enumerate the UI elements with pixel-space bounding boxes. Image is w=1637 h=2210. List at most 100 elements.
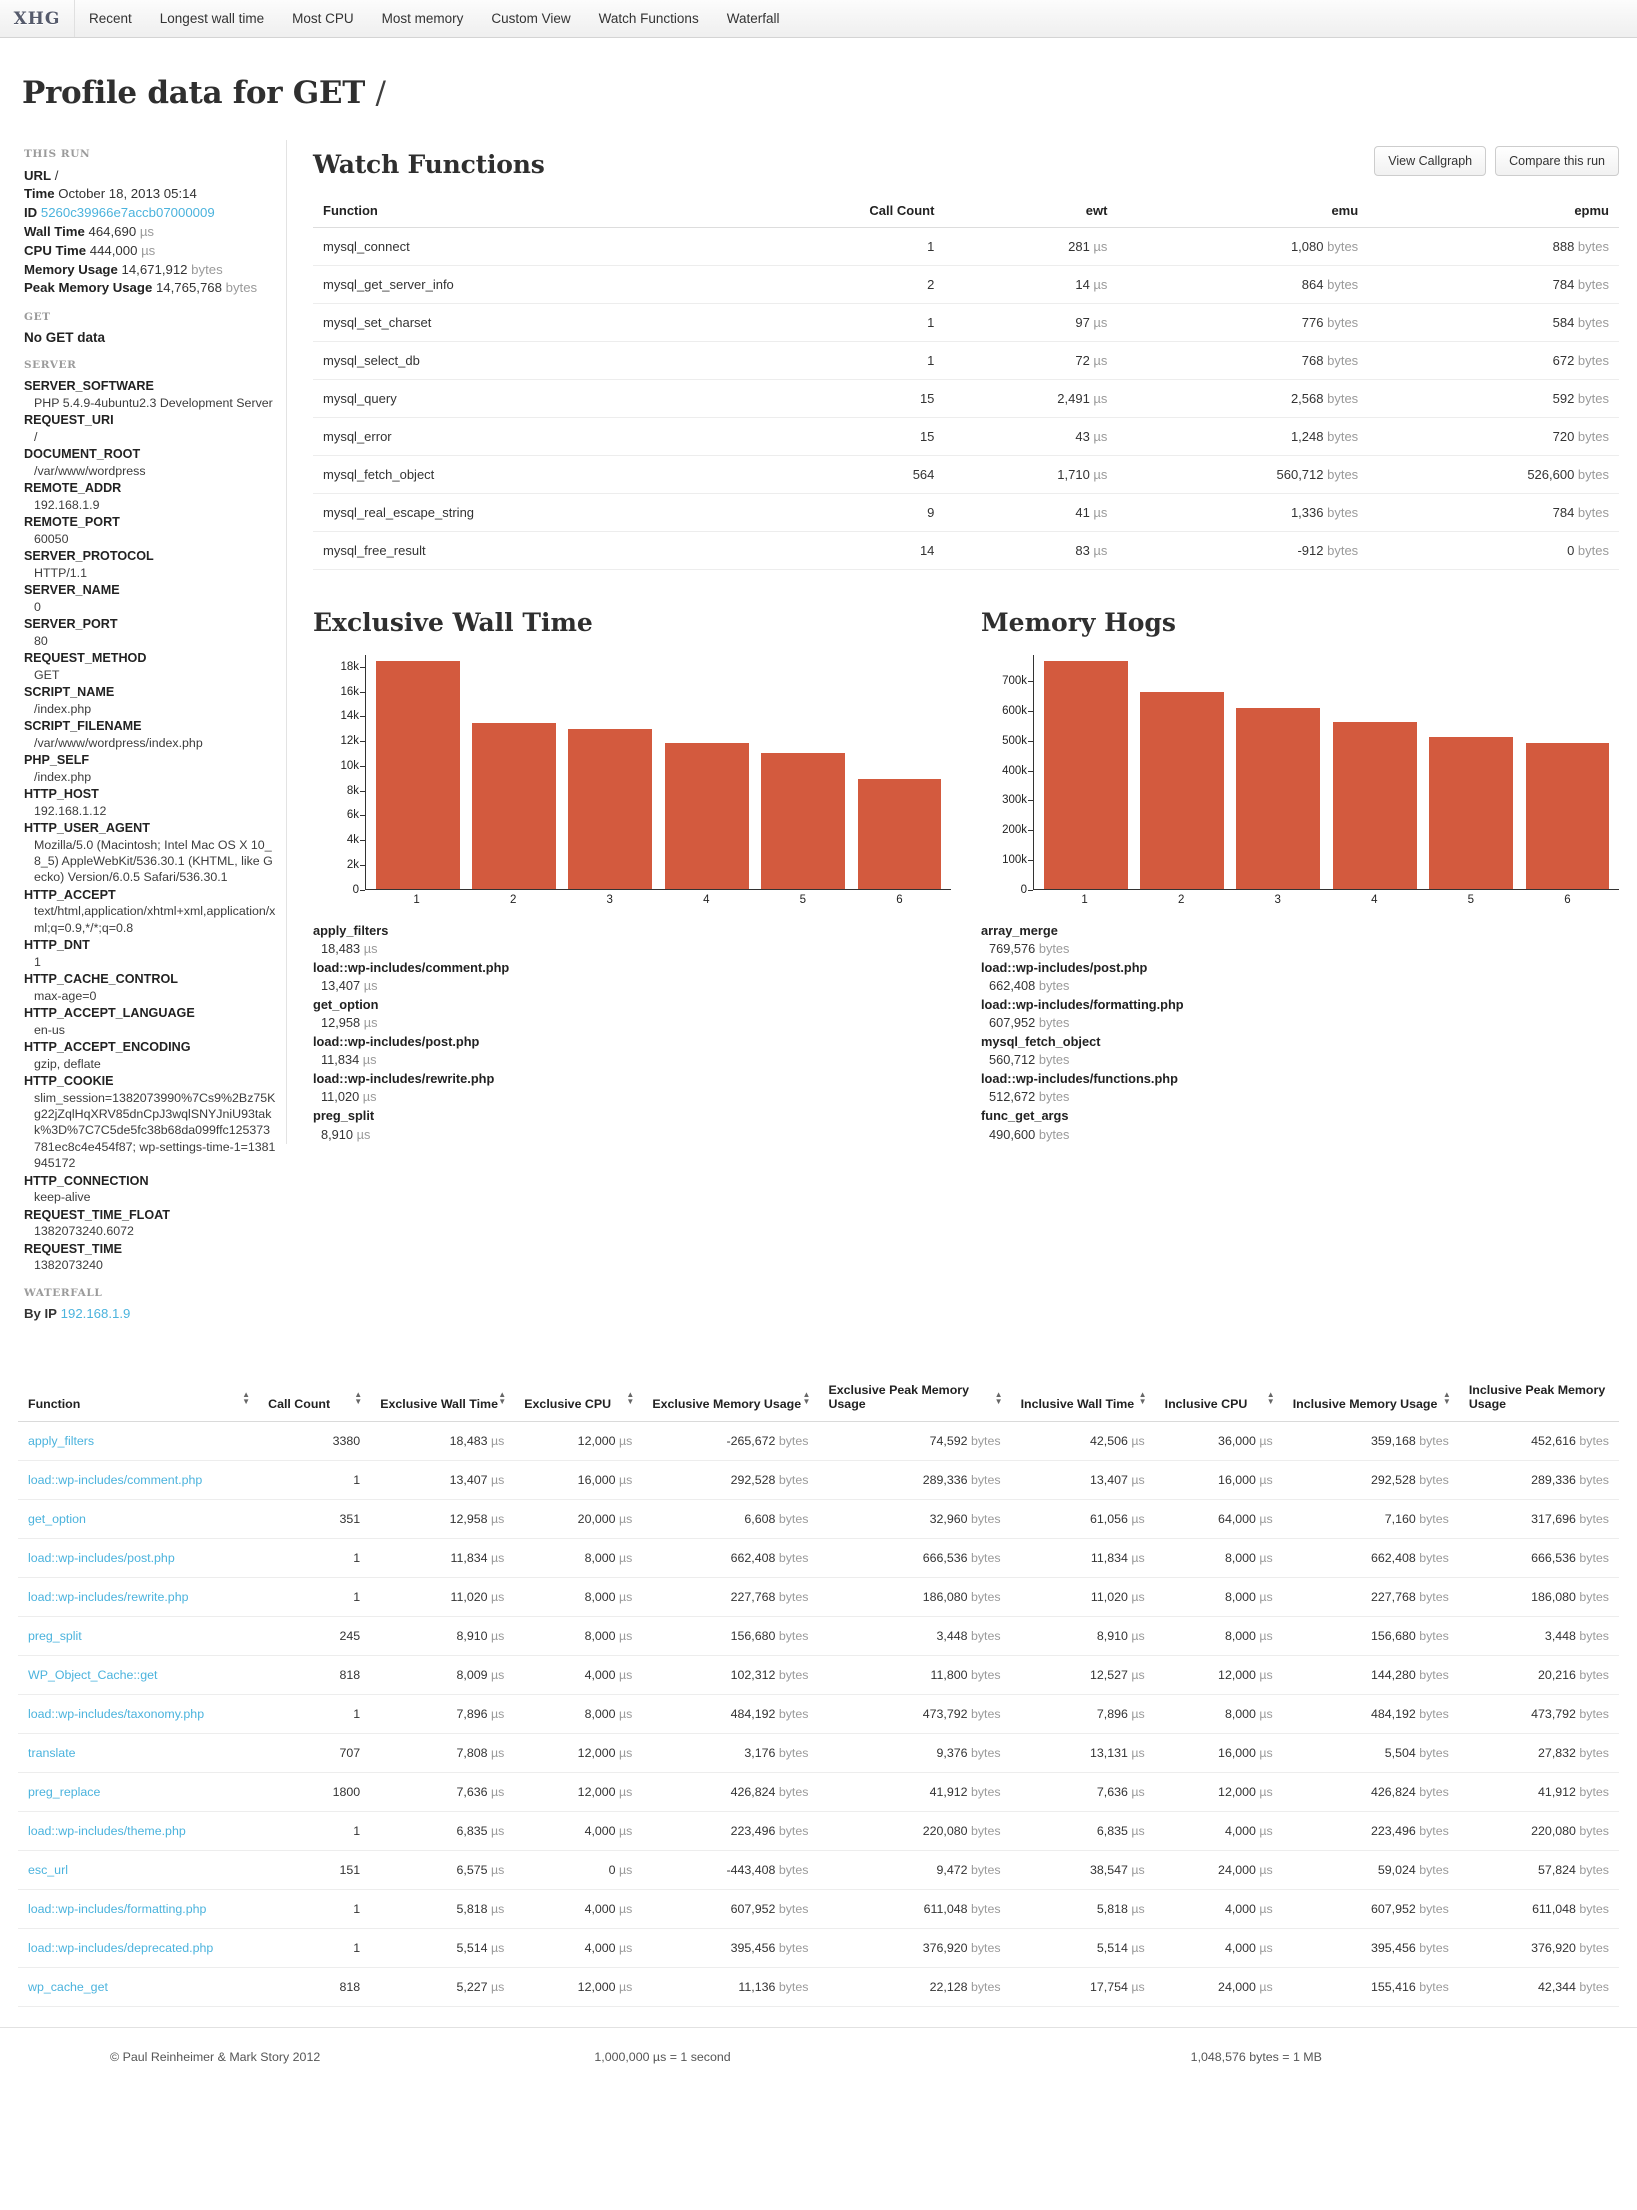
sort-arrows-icon[interactable]: ▲ ▼ xyxy=(1267,1391,1277,1406)
chart-bar[interactable] xyxy=(761,752,846,889)
unit-label: bytes xyxy=(1327,238,1359,254)
profile-col-exclusive-wall-time[interactable]: Exclusive Wall Time ▲ ▼ xyxy=(370,1375,515,1423)
table-row[interactable]: load::wp-includes/deprecated.php 1 5,514 µ… xyxy=(18,1928,1619,1969)
function-link[interactable]: wp_cache_get xyxy=(28,1980,108,1994)
table-row[interactable]: load::wp-includes/theme.php 1 6,835 µs 4,00… xyxy=(18,1811,1619,1852)
nav-item-custom-view[interactable]: Custom View xyxy=(477,0,584,37)
table-row[interactable]: translate 707 7,808 µs 12,000 µs 3,176 bytes… xyxy=(18,1733,1619,1774)
function-link[interactable]: load::wp-includes/rewrite.php xyxy=(28,1590,188,1604)
table-row[interactable]: load::wp-includes/taxonomy.php 1 7,896 µs 8… xyxy=(18,1694,1619,1735)
table-row[interactable]: mysql_query 15 2,491 µs 2,568 bytes 592 byte… xyxy=(313,379,1619,418)
table-row[interactable]: apply_filters 3380 18,483 µs 12,000 µs -265,… xyxy=(18,1421,1619,1462)
nav-item-most-memory[interactable]: Most memory xyxy=(368,0,478,37)
watch-col-emu[interactable]: emu xyxy=(1117,196,1369,228)
chart-bar[interactable] xyxy=(1043,660,1128,889)
profile-cell-exclusive-wall-time: 5,514 µs xyxy=(370,1928,515,1969)
profile-col-call-count[interactable]: Call Count ▲ ▼ xyxy=(258,1375,371,1423)
sort-arrows-icon[interactable]: ▲ ▼ xyxy=(802,1391,812,1406)
table-row[interactable]: load::wp-includes/post.php 1 11,834 µs 8,00… xyxy=(18,1538,1619,1579)
sort-arrows-icon[interactable]: ▲ ▼ xyxy=(242,1391,252,1406)
table-row[interactable]: get_option 351 12,958 µs 20,000 µs 6,608 byt… xyxy=(18,1499,1619,1540)
chart-bar[interactable] xyxy=(375,660,460,889)
compare-this-run-button[interactable]: Compare this run xyxy=(1495,145,1619,176)
table-row[interactable]: mysql_real_escape_string 9 41 µs 1,336 byte… xyxy=(313,493,1619,532)
table-row[interactable]: load::wp-includes/formatting.php 1 5,818 µ… xyxy=(18,1889,1619,1930)
chart-bar[interactable] xyxy=(1139,692,1224,889)
nav-item-most-cpu[interactable]: Most CPU xyxy=(278,0,368,37)
function-link[interactable]: get_option xyxy=(28,1512,86,1526)
chart-bar[interactable] xyxy=(568,728,653,889)
unit-label: bytes xyxy=(970,1863,1001,1878)
sort-arrows-icon[interactable]: ▲ ▼ xyxy=(498,1391,508,1406)
table-row[interactable]: mysql_free_result 14 83 µs -912 bytes 0 byte… xyxy=(313,531,1619,570)
view-callgraph-button[interactable]: View Callgraph xyxy=(1374,145,1487,176)
this-run-item-value: 14,765,768 xyxy=(155,280,222,296)
table-row[interactable]: WP_Object_Cache::get 818 8,009 µs 4,000 µs 1… xyxy=(18,1655,1619,1696)
chart-bar[interactable] xyxy=(1525,743,1610,889)
chart-bar[interactable] xyxy=(857,778,942,889)
this-run-item-key: Memory Usage xyxy=(24,261,118,277)
y-axis-tick-label: 10k xyxy=(340,759,365,772)
table-row[interactable]: mysql_connect 1 281 µs 1,080 bytes 888 bytes xyxy=(313,227,1619,266)
chart-bar[interactable] xyxy=(664,742,749,889)
profile-col-inclusive-memory-usage[interactable]: Inclusive Memory Usage ▲ ▼ xyxy=(1282,1375,1459,1423)
nav-item-waterfall[interactable]: Waterfall xyxy=(713,0,794,37)
function-link[interactable]: load::wp-includes/taxonomy.php xyxy=(28,1707,204,1721)
table-row[interactable]: wp_cache_get 818 5,227 µs 12,000 µs 11,136 b… xyxy=(18,1967,1619,2008)
table-row[interactable]: preg_replace 1800 7,636 µs 12,000 µs 426,824… xyxy=(18,1772,1619,1813)
function-link[interactable]: esc_url xyxy=(28,1863,68,1877)
table-row[interactable]: mysql_get_server_info 2 14 µs 864 bytes 784 … xyxy=(313,265,1619,304)
function-link[interactable]: load::wp-includes/formatting.php xyxy=(28,1902,206,1916)
unit-label: µs xyxy=(1093,466,1108,482)
table-row[interactable]: mysql_error 15 43 µs 1,248 bytes 720 bytes xyxy=(313,417,1619,456)
table-row[interactable]: mysql_select_db 1 72 µs 768 bytes 672 bytes xyxy=(313,341,1619,380)
function-link[interactable]: translate xyxy=(28,1746,76,1760)
function-link[interactable]: load::wp-includes/theme.php xyxy=(28,1824,186,1838)
watch-col-ewt[interactable]: ewt xyxy=(944,196,1118,228)
function-link[interactable]: preg_replace xyxy=(28,1785,100,1799)
sort-arrows-icon[interactable]: ▲ ▼ xyxy=(995,1391,1005,1406)
profile-cell-inclusive-cpu: 12,000 µs xyxy=(1154,1655,1283,1696)
table-row[interactable]: load::wp-includes/comment.php 1 13,407 µs 1… xyxy=(18,1460,1619,1501)
table-row[interactable]: load::wp-includes/rewrite.php 1 11,020 µs 8… xyxy=(18,1577,1619,1618)
watch-col-epmu[interactable]: epmu xyxy=(1368,196,1619,228)
sort-arrows-icon[interactable]: ▲ ▼ xyxy=(1139,1391,1149,1406)
nav-item-recent[interactable]: Recent xyxy=(75,0,146,37)
unit-label: µs xyxy=(619,1629,633,1644)
unit-label: µs xyxy=(619,1512,633,1527)
profile-col-function[interactable]: Function ▲ ▼ xyxy=(18,1375,259,1423)
function-link[interactable]: load::wp-includes/post.php xyxy=(28,1551,175,1565)
profile-col-label: Exclusive CPU xyxy=(524,1397,612,1412)
chart-bar[interactable] xyxy=(1332,722,1417,889)
watch-col-call-count[interactable]: Call Count xyxy=(734,196,945,228)
nav-item-watch-functions[interactable]: Watch Functions xyxy=(585,0,713,37)
chart-bar[interactable] xyxy=(471,723,556,889)
waterfall-ip-link[interactable]: 192.168.1.9 xyxy=(61,1306,131,1321)
profile-col-inclusive-peak-memory-usage[interactable]: Inclusive Peak Memory Usage xyxy=(1458,1375,1619,1423)
table-row[interactable]: esc_url 151 6,575 µs 0 µs -443,408 bytes 9,47… xyxy=(18,1850,1619,1891)
nav-item-longest-wall-time[interactable]: Longest wall time xyxy=(146,0,278,37)
table-row[interactable]: preg_split 245 8,910 µs 8,000 µs 156,680 byt… xyxy=(18,1616,1619,1657)
profile-col-exclusive-peak-memory-usage[interactable]: Exclusive Peak Memory Usage ▲ ▼ xyxy=(818,1375,1011,1423)
function-link[interactable]: load::wp-includes/deprecated.php xyxy=(28,1941,213,1955)
function-link[interactable]: load::wp-includes/comment.php xyxy=(28,1473,202,1487)
watch-col-function[interactable]: Function xyxy=(313,196,735,228)
sort-arrows-icon[interactable]: ▲ ▼ xyxy=(626,1391,636,1406)
sort-arrows-icon[interactable]: ▲ ▼ xyxy=(354,1391,364,1406)
function-link[interactable]: apply_filters xyxy=(28,1434,94,1448)
profile-col-inclusive-wall-time[interactable]: Inclusive Wall Time ▲ ▼ xyxy=(1010,1375,1155,1423)
sort-arrows-icon[interactable]: ▲ ▼ xyxy=(1443,1391,1453,1406)
chart-bar[interactable] xyxy=(1429,736,1514,889)
table-row[interactable]: mysql_set_charset 1 97 µs 776 bytes 584 byte… xyxy=(313,303,1619,342)
function-link[interactable]: WP_Object_Cache::get xyxy=(28,1668,157,1682)
function-link[interactable]: preg_split xyxy=(28,1629,82,1643)
this-run-item-link[interactable]: 5260c39966e7accb07000009 xyxy=(41,205,215,220)
chart-plot-area xyxy=(1033,654,1619,890)
profile-col-exclusive-cpu[interactable]: Exclusive CPU ▲ ▼ xyxy=(514,1375,643,1423)
table-row[interactable]: mysql_fetch_object 564 1,710 µs 560,712 byt… xyxy=(313,455,1619,494)
main-content: Watch Functions View Callgraph Compare t… xyxy=(286,139,1619,1145)
profile-col-exclusive-memory-usage[interactable]: Exclusive Memory Usage ▲ ▼ xyxy=(642,1375,819,1423)
brand-logo[interactable]: XHG xyxy=(0,0,75,37)
chart-bar[interactable] xyxy=(1236,708,1321,889)
profile-col-inclusive-cpu[interactable]: Inclusive CPU ▲ ▼ xyxy=(1154,1375,1283,1423)
